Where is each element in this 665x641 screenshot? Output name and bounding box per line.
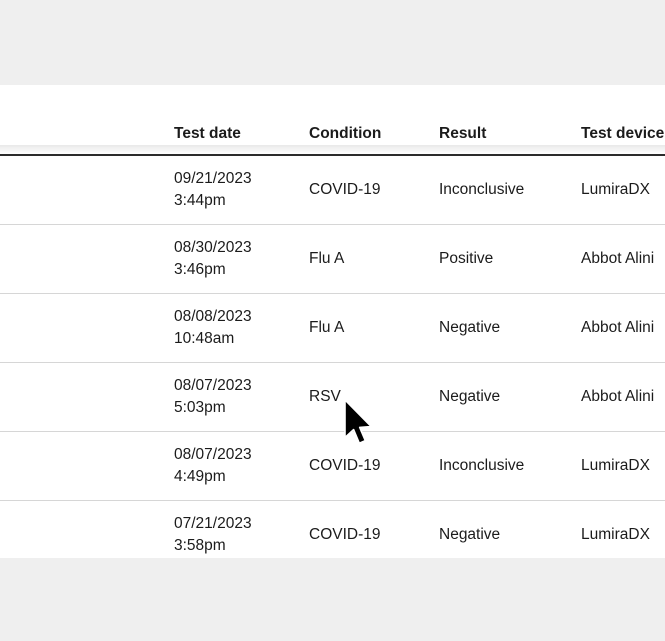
page-background-top (0, 0, 665, 85)
test-date-value: 09/21/2023 (174, 169, 252, 187)
test-device-value: LumiraDX (581, 526, 650, 543)
result-value: Inconclusive (439, 181, 525, 198)
condition-value: COVID-19 (309, 181, 381, 198)
patient-name-link[interactable]: bob (0, 444, 174, 466)
table-header-row: Patient Test date Condition Result Test … (0, 85, 665, 156)
table-row[interactable]: , Nick O' 03/01/2022 08/08/2023 10:48am … (0, 293, 665, 363)
test-device-value: Abbot Alini (581, 319, 655, 336)
test-date-value: 08/07/2023 (174, 376, 252, 394)
test-time-value: 10:48am (174, 330, 235, 347)
result-value: Negative (439, 388, 501, 405)
cell-test-date: 09/21/2023 3:44pm (174, 155, 309, 225)
cell-result: Positive (439, 224, 581, 294)
table-row[interactable]: Jane 01/01/2000 07/21/2023 3:58pm COVID-… (0, 500, 665, 558)
test-results-card: Patient Test date Condition Result Test … (0, 85, 665, 558)
cell-test-device: LumiraDX (581, 431, 665, 501)
result-value: Inconclusive (439, 457, 525, 474)
table-row[interactable]: , Anitas 01/01/2000 09/21/2023 3:44pm CO… (0, 155, 665, 225)
result-value: Negative (439, 526, 501, 543)
test-date-value: 08/30/2023 (174, 238, 252, 256)
test-device-value: Abbot Alini (581, 250, 655, 267)
cell-result: Inconclusive (439, 155, 581, 225)
table-row[interactable]: bob 05/05/2014 08/07/2023 4:49pm COVID-1… (0, 431, 665, 501)
cell-result: Inconclusive (439, 431, 581, 501)
condition-value: Flu A (309, 250, 345, 267)
test-time-value: 3:58pm (174, 537, 226, 554)
table-row[interactable]: d, Long 04/04/1993 08/07/2023 5:03pm RSV (0, 362, 665, 432)
test-date-value: 08/08/2023 (174, 307, 252, 325)
patient-dob: 04/04/1993 (0, 398, 174, 419)
column-header-result[interactable]: Result (439, 85, 581, 156)
cell-test-date: 08/07/2023 4:49pm (174, 431, 309, 501)
test-time-value: 3:46pm (174, 261, 226, 278)
result-value: Positive (439, 250, 494, 267)
column-header-patient[interactable]: Patient (0, 85, 174, 156)
cell-condition: Flu A (309, 224, 439, 294)
table-body: , Anitas 01/01/2000 09/21/2023 3:44pm CO… (0, 155, 665, 558)
result-value: Negative (439, 319, 501, 336)
cell-result: Negative (439, 500, 581, 558)
column-header-test-date[interactable]: Test date (174, 85, 309, 156)
patient-dob: 01/01/2000 (0, 191, 174, 212)
cell-condition: COVID-19 (309, 431, 439, 501)
column-header-test-device[interactable]: Test device (581, 85, 665, 156)
condition-value: Flu A (309, 319, 345, 336)
patient-dob: 03/01/2022 (0, 329, 174, 350)
cell-test-date: 08/08/2023 10:48am (174, 293, 309, 363)
cell-test-date: 08/07/2023 5:03pm (174, 362, 309, 432)
test-date-value: 08/07/2023 (174, 445, 252, 463)
cell-patient: Jane 01/01/2000 (0, 500, 174, 558)
test-time-value: 4:49pm (174, 468, 226, 485)
cell-condition: COVID-19 (309, 500, 439, 558)
cell-result: Negative (439, 362, 581, 432)
patient-name-link[interactable]: ch, Olive (0, 237, 174, 259)
cell-test-device: Abbot Alini (581, 224, 665, 294)
test-device-value: Abbot Alini (581, 388, 655, 405)
test-device-value: LumiraDX (581, 457, 650, 474)
patient-dob: 01/01/2000 (0, 536, 174, 557)
cell-patient: ch, Olive 01/05/1963 (0, 224, 174, 294)
condition-value: COVID-19 (309, 526, 381, 543)
cell-result: Negative (439, 293, 581, 363)
cell-patient: , Anitas 01/01/2000 (0, 155, 174, 225)
patient-name-link[interactable]: Jane (0, 513, 174, 535)
cell-test-date: 07/21/2023 3:58pm (174, 500, 309, 558)
patient-dob: 01/05/1963 (0, 260, 174, 281)
cell-test-date: 08/30/2023 3:46pm (174, 224, 309, 294)
patient-name-link[interactable]: d, Long (0, 375, 174, 397)
test-results-table: Patient Test date Condition Result Test … (0, 85, 665, 558)
table-header: Patient Test date Condition Result Test … (0, 85, 665, 156)
cell-patient: bob 05/05/2014 (0, 431, 174, 501)
condition-value: COVID-19 (309, 457, 381, 474)
cell-patient: , Nick O' 03/01/2022 (0, 293, 174, 363)
table-row[interactable]: ch, Olive 01/05/1963 08/30/2023 3:46pm F… (0, 224, 665, 294)
cell-test-device: Abbot Alini (581, 293, 665, 363)
cell-patient: d, Long 04/04/1993 (0, 362, 174, 432)
patient-dob: 05/05/2014 (0, 467, 174, 488)
cell-test-device: LumiraDX (581, 155, 665, 225)
cell-test-device: LumiraDX (581, 500, 665, 558)
cell-test-device: Abbot Alini (581, 362, 665, 432)
column-header-condition[interactable]: Condition (309, 85, 439, 156)
patient-name-link[interactable]: , Anitas (0, 168, 174, 190)
test-date-value: 07/21/2023 (174, 514, 252, 532)
test-time-value: 5:03pm (174, 399, 226, 416)
patient-name-link[interactable]: , Nick O' (0, 306, 174, 328)
app-viewport: Patient Test date Condition Result Test … (0, 0, 665, 641)
cell-condition: COVID-19 (309, 155, 439, 225)
test-device-value: LumiraDX (581, 181, 650, 198)
test-time-value: 3:44pm (174, 192, 226, 209)
cell-condition: RSV (309, 362, 439, 432)
condition-value: RSV (309, 388, 341, 405)
cell-condition: Flu A (309, 293, 439, 363)
